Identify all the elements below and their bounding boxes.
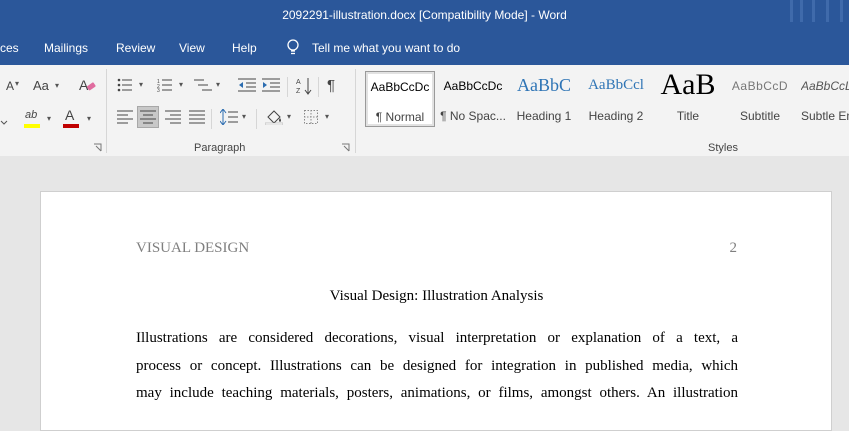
style-preview: AaB — [660, 71, 716, 101]
numbering-icon[interactable]: 1 2 3 — [157, 78, 173, 92]
chevron-down-icon[interactable]: ▾ — [179, 80, 183, 89]
bullets-icon[interactable] — [117, 78, 133, 92]
multilevel-list-icon[interactable] — [194, 78, 212, 92]
style-name: ¶ Normal — [375, 110, 425, 124]
sort-icon[interactable]: AZ — [296, 77, 312, 95]
shading-icon[interactable] — [265, 109, 283, 125]
chevron-down-icon[interactable]: ▾ — [55, 81, 59, 90]
group-divider — [256, 109, 257, 129]
group-divider — [287, 77, 288, 97]
line-spacing-icon[interactable] — [220, 109, 238, 125]
font-color-icon[interactable]: A — [65, 107, 74, 123]
svg-text:Z: Z — [296, 88, 301, 95]
highlight-color-swatch — [24, 124, 40, 128]
chevron-down-icon[interactable]: ▾ — [242, 112, 246, 121]
style-preview: AaBbCcL — [801, 79, 849, 93]
body-text-line: may include teaching materials, posters,… — [136, 385, 738, 401]
chevron-down-icon[interactable]: ▾ — [287, 112, 291, 121]
title-bar-pattern — [840, 0, 843, 22]
style-title[interactable]: AaB Title — [653, 71, 723, 127]
align-center-button[interactable] — [137, 106, 159, 128]
align-center-icon — [140, 110, 156, 124]
tab-view[interactable]: View — [179, 41, 205, 55]
style-preview: AaBbCcD — [731, 79, 789, 93]
group-divider — [211, 109, 212, 129]
increase-indent-icon[interactable] — [262, 78, 280, 92]
document-title: Visual Design: Illustration Analysis — [329, 288, 544, 304]
svg-text:A: A — [296, 79, 301, 86]
highlight-icon[interactable]: ab — [25, 107, 37, 123]
font-dialog-launcher-icon[interactable] — [93, 143, 102, 152]
group-divider — [355, 69, 356, 153]
tab-review[interactable]: Review — [116, 41, 155, 55]
align-left-icon[interactable] — [117, 110, 133, 124]
svg-text:3: 3 — [157, 88, 160, 92]
style-name: Title — [676, 109, 700, 123]
chevron-down-icon[interactable]: ▾ — [87, 114, 91, 123]
style-heading-1[interactable]: AaBbC Heading 1 — [509, 71, 579, 127]
ribbon-tabs: ces Mailings Review View Help Tell me wh… — [0, 32, 849, 65]
document-canvas: VISUAL DESIGN 2 Visual Design: Illustrat… — [0, 156, 849, 431]
ribbon: A ▾ Aa ▾ A ab ▾ A ▾ ▾ 1 2 3 ▾ ▾ A Z ¶ ▾ … — [0, 65, 849, 157]
styles-group-label: Styles — [708, 142, 738, 154]
shrink-font-caret: ▾ — [15, 79, 20, 88]
text-effects-caret[interactable] — [0, 115, 8, 131]
paragraph-dialog-launcher-icon[interactable] — [341, 143, 350, 152]
chevron-down-icon[interactable]: ▾ — [325, 112, 329, 121]
title-bar-pattern — [812, 0, 815, 22]
style-name: Heading 1 — [516, 109, 572, 123]
lightbulb-icon — [287, 39, 299, 55]
decrease-indent-icon[interactable] — [238, 78, 256, 92]
document-page[interactable]: VISUAL DESIGN 2 Visual Design: Illustrat… — [40, 191, 832, 431]
style-heading-2[interactable]: AaBbCcl Heading 2 — [581, 71, 651, 127]
window-title: 2092291-illustration.docx [Compatibility… — [282, 8, 567, 22]
clear-formatting-icon[interactable]: A — [79, 77, 97, 93]
group-divider — [318, 77, 319, 97]
title-bar-pattern — [790, 0, 793, 22]
style-name: Subtitle — [739, 109, 781, 123]
style-normal[interactable]: AaBbCcDc ¶ Normal — [365, 71, 435, 127]
title-bar-pattern — [826, 0, 829, 22]
tell-me-label: Tell me what you want to do — [312, 41, 461, 55]
change-case-icon[interactable]: Aa — [33, 78, 49, 94]
tab-help[interactable]: Help — [232, 41, 257, 55]
style-name: ¶ No Spac... — [440, 109, 506, 123]
chevron-down-icon[interactable]: ▾ — [216, 80, 220, 89]
paragraph-group-label: Paragraph — [194, 142, 246, 154]
show-formatting-icon[interactable]: ¶ — [327, 78, 335, 94]
style-preview: AaBbC — [517, 75, 571, 95]
title-bar: 2092291-illustration.docx [Compatibility… — [0, 0, 849, 32]
font-color-swatch — [63, 124, 79, 128]
shrink-font-icon[interactable]: A — [6, 78, 14, 94]
body-text-line: Illustrations are considered decorations… — [136, 330, 738, 346]
style-name: Heading 2 — [588, 109, 644, 123]
style-no-spacing[interactable]: AaBbCcDc ¶ No Spac... — [437, 71, 509, 127]
group-divider — [106, 69, 107, 153]
style-subtle-emphasis[interactable]: AaBbCcL Subtle Em — [797, 71, 849, 127]
borders-icon[interactable] — [304, 110, 318, 124]
style-preview: AaBbCcl — [588, 77, 644, 93]
style-preview: AaBbCcDc — [443, 79, 503, 93]
page-number: 2 — [729, 240, 738, 256]
chevron-down-icon[interactable]: ▾ — [139, 80, 143, 89]
justify-icon[interactable] — [189, 110, 205, 124]
chevron-down-icon[interactable]: ▾ — [47, 114, 51, 123]
style-preview: AaBbCcDc — [370, 80, 430, 94]
svg-text:A: A — [79, 77, 89, 93]
tab-mailings[interactable]: Mailings — [44, 41, 88, 55]
body-text-line: process or concept. Illustrations can be… — [136, 358, 738, 374]
style-name: Subtle Em — [801, 109, 849, 123]
tab-references[interactable]: ces — [0, 41, 19, 55]
title-bar-pattern — [800, 0, 803, 22]
style-subtitle[interactable]: AaBbCcD Subtitle — [725, 71, 795, 127]
align-right-icon[interactable] — [165, 110, 181, 124]
running-head: VISUAL DESIGN — [136, 240, 250, 256]
